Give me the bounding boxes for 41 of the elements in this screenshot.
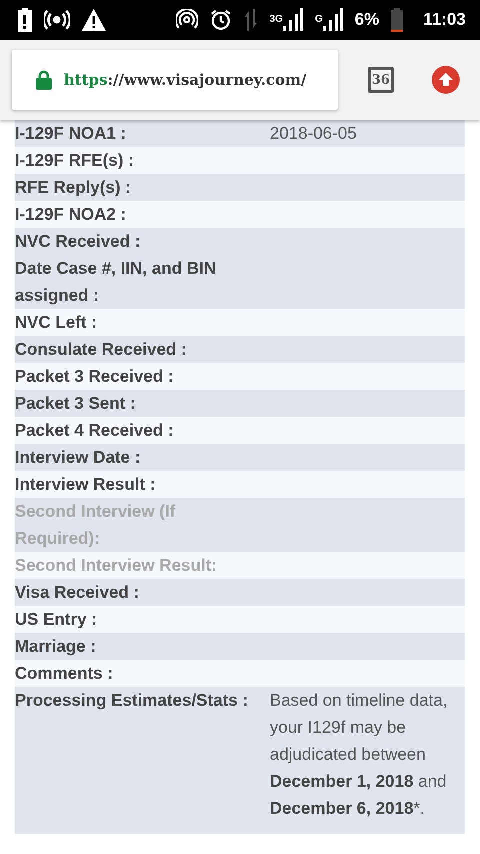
url-text: https://www.visajourney.com/ bbox=[64, 71, 307, 89]
network-type-label: G bbox=[315, 14, 323, 25]
battery-alert-icon bbox=[18, 8, 32, 32]
network-type-label: 3G bbox=[270, 14, 284, 25]
battery-percent: 6% bbox=[354, 10, 380, 30]
field-label: NVC Received : bbox=[15, 231, 142, 253]
signal-bars-icon bbox=[322, 8, 343, 32]
clock-time: 11:03 bbox=[423, 10, 466, 30]
field-label: Marriage : bbox=[15, 636, 98, 658]
field-label: Comments : bbox=[15, 663, 114, 685]
field-label: Interview Date : bbox=[15, 447, 142, 469]
field-label: I-129F NOA1 : bbox=[15, 123, 128, 145]
field-label: NVC Left : bbox=[15, 312, 98, 334]
up-arrow-icon bbox=[438, 72, 454, 88]
lock-icon bbox=[36, 70, 52, 90]
field-label: Interview Result : bbox=[15, 474, 157, 496]
signal-bars-icon bbox=[283, 8, 304, 32]
alarm-clock-icon bbox=[210, 9, 232, 31]
hotspot-icon bbox=[44, 10, 70, 30]
field-label: Second Interview (If Required): bbox=[15, 501, 177, 550]
field-label: Packet 4 Received : bbox=[15, 420, 175, 442]
warning-icon bbox=[82, 9, 106, 31]
battery-icon bbox=[391, 8, 404, 32]
tab-count-button[interactable]: 36 bbox=[368, 67, 394, 93]
data-arrows-icon bbox=[244, 9, 258, 31]
field-value: Based on timeline data, your I129f may be adjudicated between December 1, 2018 and December 6, 2018*. bbox=[270, 690, 449, 820]
field-label: Second Interview Result: bbox=[15, 555, 218, 577]
signal-rings-icon bbox=[176, 9, 198, 31]
address-bar[interactable]: https://www.visajourney.com/ bbox=[12, 50, 338, 110]
field-label: Processing Estimates/Stats : bbox=[15, 690, 250, 712]
field-label: Visa Received : bbox=[15, 582, 140, 604]
field-label: I-129F RFE(s) : bbox=[15, 150, 136, 172]
upload-button[interactable] bbox=[432, 66, 460, 94]
field-label: Date Case #, IIN, and BIN assigned : bbox=[15, 258, 218, 307]
field-label: Packet 3 Received : bbox=[15, 366, 175, 388]
field-label: Packet 3 Sent : bbox=[15, 393, 137, 415]
field-label: RFE Reply(s) : bbox=[15, 177, 132, 199]
field-label: I-129F NOA2 : bbox=[15, 204, 128, 226]
field-value: 2018-06-05 bbox=[270, 123, 358, 145]
field-label: Consulate Received : bbox=[15, 339, 188, 361]
field-label: US Entry : bbox=[15, 609, 98, 631]
